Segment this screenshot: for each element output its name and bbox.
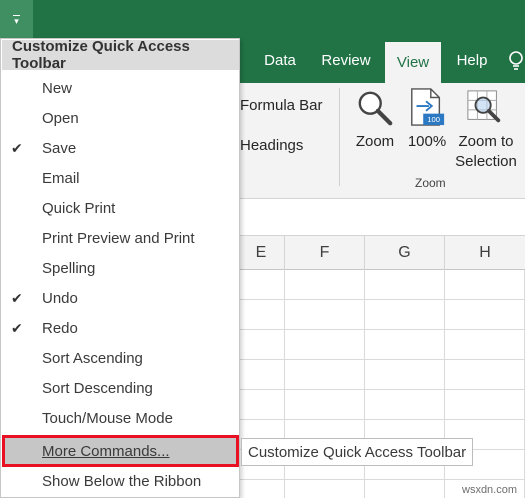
menu-item-redo[interactable]: ✔ Redo [2, 313, 239, 343]
zoom-selection-icon [467, 90, 501, 123]
zoom-to-label: Zoom to [458, 133, 514, 150]
ribbon-group-separator [339, 88, 340, 186]
check-icon: ✔ [11, 289, 23, 306]
menu-item-label: Save [42, 139, 77, 157]
menu-item-print-preview[interactable]: Print Preview and Print [2, 223, 239, 253]
zoom-label: Zoom [355, 133, 395, 150]
menu-item-label: Touch/Mouse Mode [42, 409, 173, 427]
lightbulb-icon[interactable] [505, 49, 525, 71]
magnifier-icon [358, 91, 393, 126]
check-icon: ✔ [11, 319, 23, 336]
menu-item-label: Show Below the Ribbon [42, 472, 202, 490]
menu-header: Customize Quick Access Toolbar [2, 38, 239, 72]
watermark: wsxdn.com [462, 484, 518, 496]
menu-item-touch-mouse-mode[interactable]: Touch/Mouse Mode [2, 403, 239, 433]
tab-help[interactable]: Help [449, 42, 495, 78]
menu-item-label: Sort Descending [42, 379, 153, 397]
customize-qat-dropdown-button[interactable]: ▾ [0, 0, 33, 38]
check-icon: ✔ [11, 139, 23, 156]
hundred-percent-button[interactable]: 100 100% [404, 87, 450, 167]
menu-item-sort-ascending[interactable]: Sort Ascending [2, 343, 239, 373]
formula-bar-checkbox-label[interactable]: Formula Bar [240, 97, 323, 114]
menu-item-spelling[interactable]: Spelling [2, 253, 239, 283]
menu-item-label: Open [42, 109, 79, 127]
tooltip: Customize Quick Access Toolbar [241, 438, 474, 466]
menu-item-label: Sort Ascending [42, 349, 143, 367]
tab-view[interactable]: View [385, 42, 441, 83]
menu-item-new[interactable]: New [2, 73, 239, 103]
menu-item-label: Spelling [42, 259, 96, 277]
hundred-icon-text: 100 [427, 115, 440, 124]
menu-item-label: Print Preview and Print [42, 229, 195, 247]
column-header-h[interactable]: H [445, 236, 525, 270]
bar-icon [13, 15, 20, 16]
headings-checkbox-label[interactable]: Headings [240, 137, 303, 154]
menu-item-label: New [42, 79, 73, 97]
menu-item-show-below-ribbon[interactable]: Show Below the Ribbon [2, 466, 239, 496]
customize-qat-menu: Customize Quick Access Toolbar New Open … [0, 38, 240, 498]
menu-item-save[interactable]: ✔ Save [2, 133, 239, 163]
menu-item-undo[interactable]: ✔ Undo [2, 283, 239, 313]
column-header-f[interactable]: F [285, 236, 365, 270]
menu-item-label: Quick Print [42, 199, 116, 217]
menu-item-quick-print[interactable]: Quick Print [2, 193, 239, 223]
zoom-button[interactable]: Zoom [350, 87, 400, 167]
menu-item-email[interactable]: Email [2, 163, 239, 193]
tab-data[interactable]: Data [254, 42, 306, 78]
menu-item-label: Redo [42, 319, 78, 337]
menu-item-more-commands[interactable]: More Commands... [2, 435, 239, 467]
hundred-percent-label: 100% [407, 133, 447, 150]
column-header-g[interactable]: G [365, 236, 445, 270]
zoom-to-selection-button[interactable]: Zoom to Selection [452, 87, 520, 170]
zoom-group-label: Zoom [415, 176, 446, 190]
menu-item-open[interactable]: Open [2, 103, 239, 133]
column-header-e[interactable]: E [238, 236, 285, 270]
menu-item-label: Email [42, 169, 80, 187]
menu-item-label: Undo [42, 289, 78, 307]
menu-item-sort-descending[interactable]: Sort Descending [2, 373, 239, 403]
menu-item-label: More Commands... [42, 442, 170, 460]
page-100-icon: 100 [411, 88, 445, 126]
selection-label: Selection [455, 153, 517, 170]
chevron-down-icon: ▾ [14, 15, 19, 26]
tab-review[interactable]: Review [313, 42, 379, 78]
